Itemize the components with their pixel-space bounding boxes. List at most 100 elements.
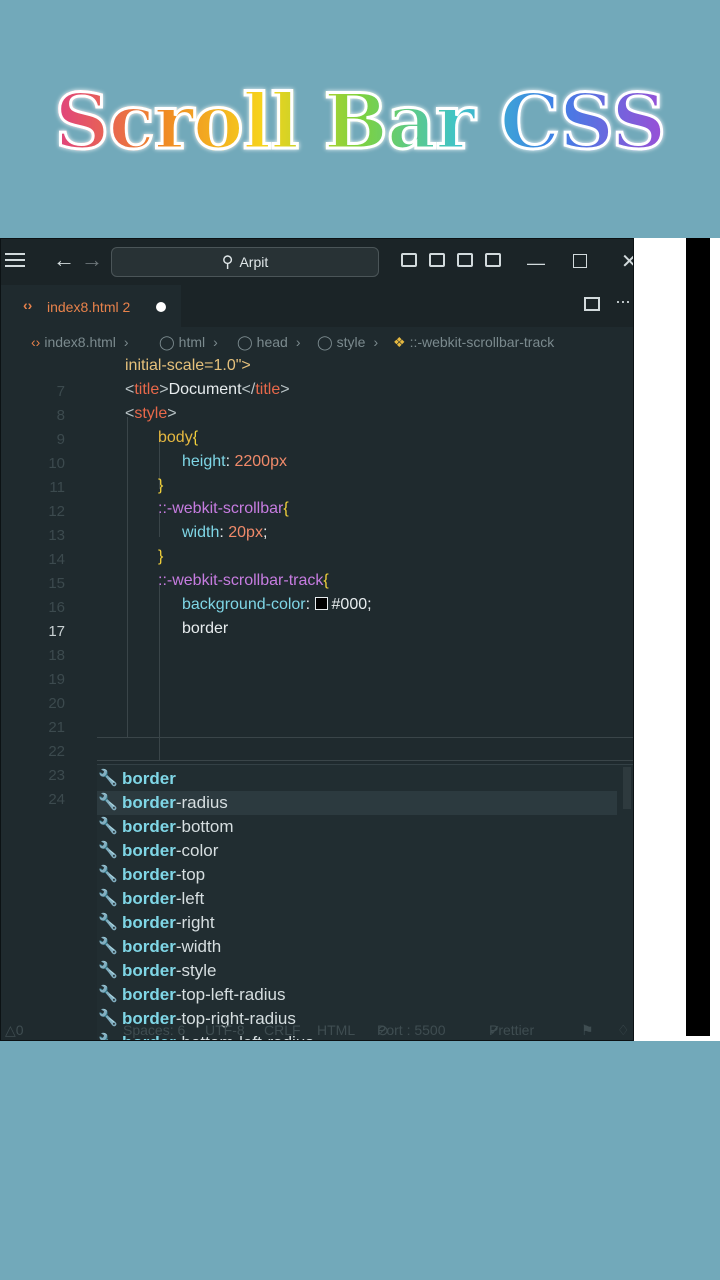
close-icon[interactable]: ✕ xyxy=(621,249,633,274)
line-number: 15 xyxy=(48,575,65,592)
suggestion-item[interactable]: 🔧 border xyxy=(97,767,617,791)
wrench-icon: 🔧 xyxy=(98,890,118,907)
maximize-icon[interactable] xyxy=(573,254,587,268)
line-number: 16 xyxy=(48,599,65,616)
suggestion-item[interactable]: 🔧 border-top xyxy=(97,863,617,887)
line-number: 8 xyxy=(56,407,65,424)
titlebar: ← → ⚲ Arpit — ✕ xyxy=(1,239,633,285)
unsaved-dot-icon[interactable] xyxy=(156,302,166,312)
breadcrumb-file[interactable]: ‹› index8.html › xyxy=(31,327,129,357)
line-number: 19 xyxy=(48,671,65,688)
minimize-icon[interactable]: — xyxy=(527,253,545,274)
line-number: 10 xyxy=(48,455,65,472)
code-line: ::-webkit-scrollbar-track{ xyxy=(158,572,329,589)
wrench-icon: 🔧 xyxy=(98,866,118,883)
scrollbar-track-preview[interactable] xyxy=(686,238,710,1036)
code-line: <title>Document</title> xyxy=(125,381,290,398)
code-line: background-color: #000; xyxy=(182,596,372,613)
search-icon: ⚲ xyxy=(221,254,234,271)
suggestion-item[interactable]: 🔧 border-left xyxy=(97,887,617,911)
line-number: 18 xyxy=(48,647,65,664)
wrench-icon: 🔧 xyxy=(98,770,118,787)
toggle-sidebar-icon[interactable] xyxy=(401,253,417,267)
code-line-active[interactable]: border xyxy=(182,620,228,638)
line-number: 22 xyxy=(48,743,65,760)
element-icon: ◯ xyxy=(317,334,333,350)
wrench-icon: 🔧 xyxy=(98,818,118,835)
wrench-icon: 🔧 xyxy=(98,986,118,1003)
toggle-panel-icon[interactable] xyxy=(429,253,445,267)
suggestion-item-highlighted[interactable]: 🔧 border-radius xyxy=(97,791,617,815)
line-number-active: 17 xyxy=(48,623,65,640)
line-number: 20 xyxy=(48,695,65,712)
line-number: 23 xyxy=(48,767,65,784)
tab-bar: ‹› index8.html 2 ··· xyxy=(1,285,633,329)
element-icon: ◯ xyxy=(159,334,175,350)
tab-index8[interactable]: ‹› index8.html 2 xyxy=(1,285,181,329)
toggle-secondary-sidebar-icon[interactable] xyxy=(457,253,473,267)
indent-guide xyxy=(127,417,128,737)
code-line: ::-webkit-scrollbar{ xyxy=(158,500,289,517)
suggestion-item[interactable]: 🔧 border-right xyxy=(97,911,617,935)
code-file-icon: ‹› xyxy=(23,297,33,313)
suggestion-item[interactable]: 🔧 border-top-left-radius xyxy=(97,983,617,1007)
selector-icon: ❖ xyxy=(393,334,406,350)
code-line: height: 2200px xyxy=(182,453,287,470)
autocomplete-suggestions: 🔧 border 🔧 border-radius 🔧 border-bottom 🔧 b… xyxy=(97,764,633,1040)
breadcrumb-head[interactable]: ◯ head › xyxy=(237,327,301,357)
line-number: 9 xyxy=(56,431,65,448)
element-icon: ◯ xyxy=(237,334,253,350)
breadcrumb-html[interactable]: ◯ html › xyxy=(159,327,218,357)
feedback-icon[interactable]: ⚑ xyxy=(581,1019,594,1040)
breadcrumb-selector[interactable]: ❖::-webkit-scrollbar-track xyxy=(393,327,554,357)
suggestion-item[interactable]: 🔧 border-color xyxy=(97,839,617,863)
line-number: 12 xyxy=(48,503,65,520)
tab-problem-count: 2 xyxy=(122,299,131,315)
line-number: 13 xyxy=(48,527,65,544)
code-area[interactable]: 7 8 9 10 11 12 13 14 15 16 17 18 19 20 2… xyxy=(1,357,633,1040)
line-number: 14 xyxy=(48,551,65,568)
current-line-highlight xyxy=(97,737,633,761)
suggestion-item[interactable]: 🔧 border-width xyxy=(97,935,617,959)
arrow-right-icon[interactable]: → xyxy=(81,247,103,273)
status-bar: △ 0 Spaces: 6 UTF-8 CRLF HTML ⊘ Port : 5… xyxy=(1,1019,633,1040)
line-number: 11 xyxy=(49,479,65,496)
code-line: } xyxy=(158,548,164,565)
code-file-icon: ‹› xyxy=(31,334,41,350)
vscode-editor-window: ← → ⚲Arpit — ✕ ‹› index8.html 2 ··· ‹›in… xyxy=(0,238,634,1041)
color-swatch[interactable] xyxy=(314,597,328,610)
code-line: body{ xyxy=(158,429,199,446)
code-line: <style> xyxy=(125,405,177,422)
command-center-search[interactable]: ⚲ Arpit xyxy=(111,247,379,277)
breadcrumb-style[interactable]: ◯ style › xyxy=(317,327,378,357)
wrench-icon: 🔧 xyxy=(98,842,118,859)
suggestions-scrollbar[interactable] xyxy=(623,767,631,809)
code-line: width: 20px; xyxy=(182,524,268,541)
line-number: 21 xyxy=(48,719,65,736)
suggestion-item[interactable]: 🔧 border-bottom xyxy=(97,815,617,839)
wrench-icon: 🔧 xyxy=(98,938,118,955)
customize-layout-icon[interactable] xyxy=(485,253,501,267)
more-actions-icon[interactable]: ··· xyxy=(615,291,631,312)
browser-preview xyxy=(634,238,720,1041)
wrench-icon: 🔧 xyxy=(98,914,118,931)
hamburger-icon[interactable] xyxy=(5,253,25,271)
search-label: Arpit xyxy=(239,254,269,270)
tab-filename: index8.html xyxy=(47,299,119,315)
problems-indicator[interactable]: △ 0 xyxy=(5,1019,24,1040)
status-eol[interactable]: CRLF xyxy=(264,1019,301,1040)
code-line: initial-scale=1.0"> xyxy=(125,357,251,374)
suggestion-item[interactable]: 🔧 border-style xyxy=(97,959,617,983)
status-encoding[interactable]: UTF-8 xyxy=(205,1019,245,1040)
status-spaces[interactable]: Spaces: 6 xyxy=(123,1019,185,1040)
split-editor-icon[interactable] xyxy=(584,297,600,311)
arrow-left-icon[interactable]: ← xyxy=(53,247,75,273)
code-line: } xyxy=(158,477,164,494)
breadcrumb: ‹› index8.html › ◯ html › ◯ head › ◯ style › ❖::… xyxy=(1,327,633,357)
line-number: 7 xyxy=(56,383,65,400)
indent-guide xyxy=(159,585,160,761)
hero-title: Scroll Bar CSS xyxy=(53,76,668,168)
notifications-icon[interactable]: ♢ xyxy=(617,1019,630,1040)
line-number: 24 xyxy=(48,791,65,808)
status-language[interactable]: HTML xyxy=(317,1019,355,1040)
